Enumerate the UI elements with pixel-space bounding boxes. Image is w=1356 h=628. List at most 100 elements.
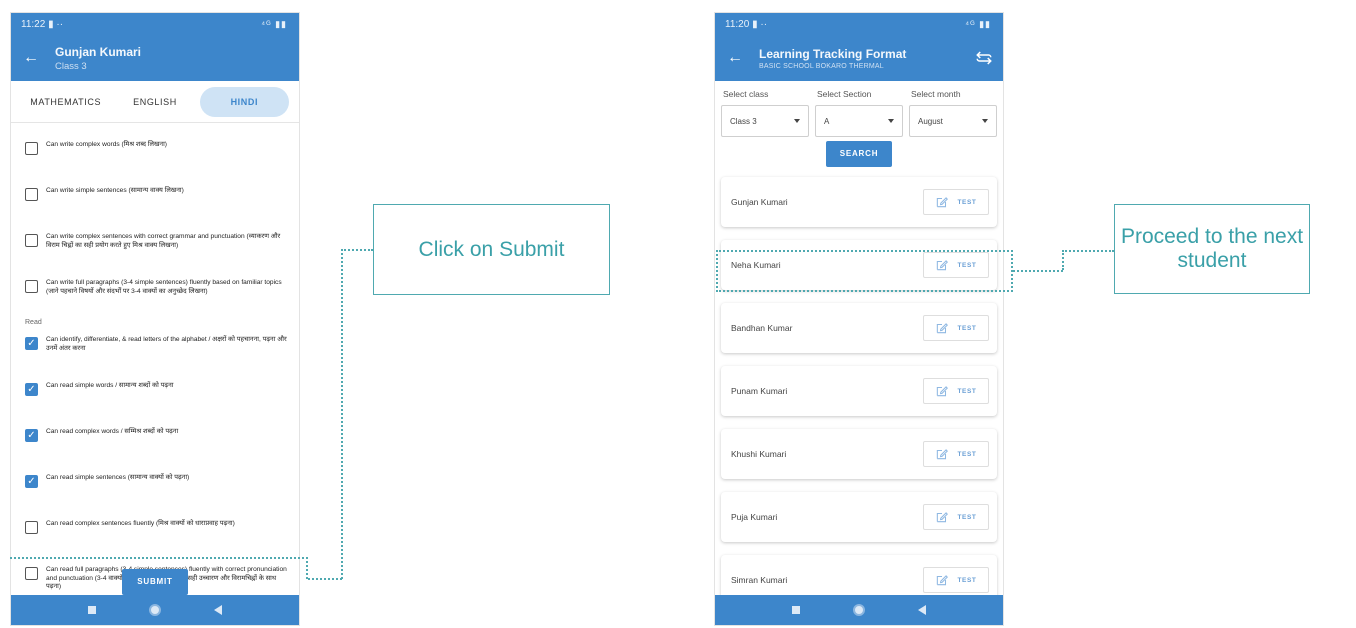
skill-label: Can read complex words / सम्मिश्र शब्दों… bbox=[46, 428, 179, 435]
checkbox-unchecked[interactable] bbox=[25, 521, 38, 534]
subject-tabs: MATHEMATICS ENGLISH HINDI bbox=[11, 81, 299, 123]
checkbox-checked[interactable]: ✓ bbox=[25, 337, 38, 350]
connector-line bbox=[341, 249, 343, 579]
android-nav-bar bbox=[715, 595, 1003, 625]
test-label: TEST bbox=[957, 576, 977, 584]
connector-line bbox=[1013, 270, 1063, 272]
title-block: Learning Tracking Format BASIC SCHOOL BO… bbox=[759, 47, 906, 70]
tab-hindi[interactable]: HINDI bbox=[199, 86, 289, 117]
status-time: 11:22 bbox=[21, 18, 46, 30]
status-notification-icons: ▮ ·· bbox=[48, 18, 64, 30]
student-name: Puja Kumari bbox=[731, 512, 778, 522]
edit-icon bbox=[937, 575, 949, 586]
checkbox-unchecked[interactable] bbox=[25, 234, 38, 247]
skill-label: Can write complex sentences with correct… bbox=[46, 233, 281, 249]
checkbox-unchecked[interactable] bbox=[25, 142, 38, 155]
test-label: TEST bbox=[957, 387, 977, 395]
filter-section: Select Section A bbox=[815, 89, 903, 137]
edit-icon bbox=[937, 197, 949, 208]
nav-home-icon[interactable] bbox=[148, 604, 161, 616]
connector-line bbox=[1062, 250, 1114, 252]
swap-icon[interactable] bbox=[975, 49, 993, 67]
test-button[interactable]: TEST bbox=[923, 441, 989, 467]
test-button[interactable]: TEST bbox=[923, 504, 989, 530]
skill-checkbox-row[interactable]: Can read complex sentences fluently (मिश… bbox=[25, 512, 289, 558]
tab-mathematics[interactable]: MATHEMATICS bbox=[21, 87, 110, 117]
skill-checkbox-row[interactable]: Can write complex words (मिश्र शब्द लिखन… bbox=[25, 133, 289, 179]
check-icon: ✓ bbox=[27, 337, 36, 349]
check-icon: ✓ bbox=[27, 429, 36, 441]
back-arrow-icon[interactable]: ← bbox=[725, 48, 745, 68]
tab-english[interactable]: ENGLISH bbox=[110, 87, 199, 117]
skill-checkbox-row[interactable]: ✓ Can read complex words / सम्मिश्र शब्दो… bbox=[25, 420, 289, 466]
caret-down-icon bbox=[794, 119, 800, 123]
student-card: Bandhan Kumar TEST bbox=[721, 303, 997, 353]
skill-label: Can identify, differentiate, & read lett… bbox=[46, 336, 287, 352]
student-name-title: Gunjan Kumari bbox=[55, 44, 142, 59]
filters-row: Select class Class 3 Select Section A Se… bbox=[715, 81, 1003, 137]
search-button[interactable]: SEARCH bbox=[826, 141, 892, 167]
status-notification-icons: ▮ ·· bbox=[752, 18, 768, 30]
test-label: TEST bbox=[957, 450, 977, 458]
app-title: Learning Tracking Format bbox=[759, 46, 907, 61]
student-name: Punam Kumari bbox=[731, 386, 788, 396]
class-select[interactable]: Class 3 bbox=[721, 105, 809, 137]
test-label: TEST bbox=[957, 198, 977, 206]
student-card: Punam Kumari TEST bbox=[721, 366, 997, 416]
checkbox-checked[interactable]: ✓ bbox=[25, 475, 38, 488]
edit-icon bbox=[937, 323, 949, 334]
caret-down-icon bbox=[888, 119, 894, 123]
checkbox-checked[interactable]: ✓ bbox=[25, 429, 38, 442]
test-button[interactable]: TEST bbox=[923, 189, 989, 215]
checkbox-unchecked[interactable] bbox=[25, 280, 38, 293]
filter-class: Select class Class 3 bbox=[721, 89, 809, 137]
filter-label: Select class bbox=[723, 89, 769, 99]
caret-down-icon bbox=[982, 119, 988, 123]
phone-skill-checklist: 11:22 ▮ ·· ⁴ᴳ ▮▮ ← Gunjan Kumari Class 3… bbox=[10, 12, 300, 626]
nav-back-icon[interactable] bbox=[214, 605, 223, 615]
student-class-subtitle: Class 3 bbox=[55, 60, 87, 72]
back-arrow-icon[interactable]: ← bbox=[21, 48, 41, 68]
android-nav-bar bbox=[11, 595, 299, 625]
nav-back-icon[interactable] bbox=[918, 605, 927, 615]
student-card: Puja Kumari TEST bbox=[721, 492, 997, 542]
student-name: Gunjan Kumari bbox=[731, 197, 788, 207]
skill-checkbox-row[interactable]: ✓ Can read simple sentences (सामान्य वाक्… bbox=[25, 466, 289, 512]
month-select[interactable]: August bbox=[909, 105, 997, 137]
skill-label: Can read simple words / सामान्य शब्दों क… bbox=[46, 382, 174, 389]
tutorial-canvas: 11:22 ▮ ·· ⁴ᴳ ▮▮ ← Gunjan Kumari Class 3… bbox=[0, 0, 1356, 628]
nav-square-icon[interactable] bbox=[87, 606, 96, 614]
app-bar: ← Learning Tracking Format BASIC SCHOOL … bbox=[715, 35, 1003, 81]
phone-student-list: 11:20 ▮ ·· ⁴ᴳ ▮▮ ← Learning Tracking For… bbox=[714, 12, 1004, 626]
connector-line bbox=[1062, 250, 1064, 270]
skill-checklist: Can write complex words (मिश्र शब्द लिखन… bbox=[11, 123, 299, 604]
test-button[interactable]: TEST bbox=[923, 315, 989, 341]
section-select[interactable]: A bbox=[815, 105, 903, 137]
nav-home-icon[interactable] bbox=[852, 604, 865, 616]
next-student-highlight-box bbox=[716, 250, 1013, 292]
test-label: TEST bbox=[957, 324, 977, 332]
student-name: Simran Kumari bbox=[731, 575, 788, 585]
skill-checkbox-row[interactable]: Can write full paragraphs (3-4 simple se… bbox=[25, 271, 289, 317]
skill-checkbox-row[interactable]: Can write complex sentences with correct… bbox=[25, 225, 289, 271]
nav-square-icon[interactable] bbox=[791, 606, 800, 614]
test-button[interactable]: TEST bbox=[923, 567, 989, 593]
status-signal-battery: ⁴ᴳ ▮▮ bbox=[965, 18, 991, 29]
connector-line bbox=[341, 249, 373, 251]
skill-checkbox-row[interactable]: ✓ Can read simple words / सामान्य शब्दों … bbox=[25, 374, 289, 420]
skill-checkbox-row[interactable]: ✓ Can identify, differentiate, & read let… bbox=[25, 328, 289, 374]
filter-month: Select month August bbox=[909, 89, 997, 137]
check-icon: ✓ bbox=[27, 383, 36, 395]
connector-line bbox=[308, 578, 342, 580]
skill-label: Can write simple sentences (सामान्य वाक्… bbox=[46, 187, 184, 194]
skill-label: Can read complex sentences fluently (मिश… bbox=[46, 520, 235, 527]
checkbox-checked[interactable]: ✓ bbox=[25, 383, 38, 396]
check-icon: ✓ bbox=[27, 475, 36, 487]
skill-checkbox-row[interactable]: Can write simple sentences (सामान्य वाक्… bbox=[25, 179, 289, 225]
select-value: August bbox=[918, 116, 943, 126]
checkbox-unchecked[interactable] bbox=[25, 188, 38, 201]
status-time: 11:20 bbox=[725, 18, 750, 30]
test-button[interactable]: TEST bbox=[923, 378, 989, 404]
student-name: Khushi Kumari bbox=[731, 449, 787, 459]
student-card: Khushi Kumari TEST bbox=[721, 429, 997, 479]
